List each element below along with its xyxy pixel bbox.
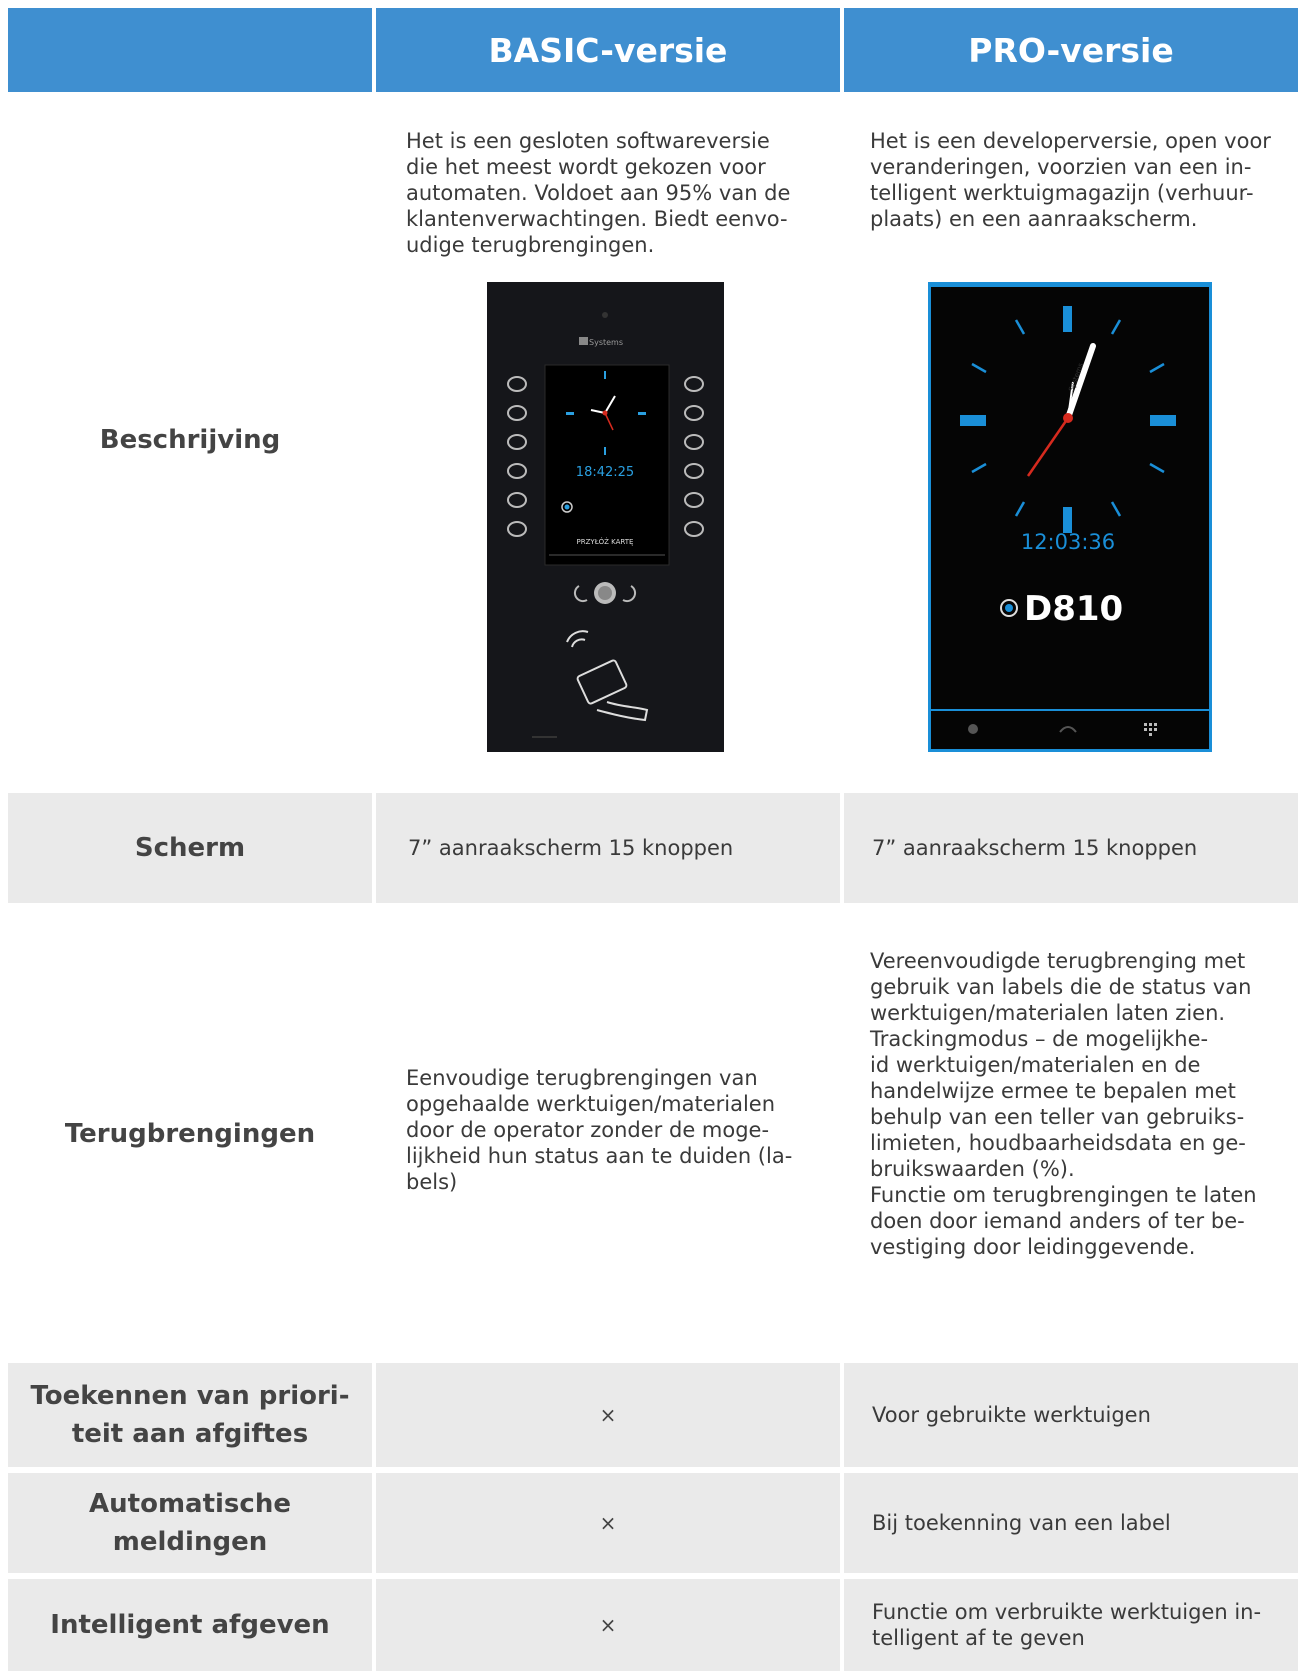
basic-terminal-image: Systems 18:42:25 PRZYŁÓŻ KARTĘ <box>487 282 724 752</box>
text-line: limieten, houdbaarheidsdata en ge- <box>870 1131 1246 1155</box>
text-line: bruikswaarden (%). <box>870 1157 1075 1181</box>
label-line: teit aan afgiftes <box>71 1419 309 1449</box>
label-line: meldingen <box>112 1527 268 1557</box>
text-line: udige terugbrengingen. <box>406 233 655 257</box>
pro-prioriteit-cell: Voor gebruikte werktuigen <box>844 1363 1298 1467</box>
help-icon <box>968 724 978 734</box>
pro-device-id: D810 <box>1024 589 1123 629</box>
text-line: veranderingen, voorzien van een in- <box>870 155 1252 179</box>
text-line: vestiging door leidinggevende. <box>870 1235 1196 1259</box>
pro-afgeven-value: Functie om verbruikte werktuigen in- tel… <box>872 1599 1272 1651</box>
row-label-afgeven: Intelligent afgeven <box>8 1579 372 1671</box>
text-line: automaten. Voldoet aan 95% van de <box>406 181 791 205</box>
basic-terugbrengingen: Eenvoudige terugbrengingen van opgehaald… <box>406 1065 804 1195</box>
pro-scherm-value: 7” aanraakscherm 15 knoppen <box>872 836 1198 860</box>
text-line: door de operator zonder de moge- <box>406 1118 770 1142</box>
label-line: Toekennen van priori- <box>30 1381 350 1411</box>
pro-meldingen-value: Bij toekenning van een label <box>872 1511 1171 1535</box>
text-line: handelwijze ermee te bepalen met <box>870 1079 1236 1103</box>
pro-prioriteit-value: Voor gebruikte werktuigen <box>872 1403 1151 1427</box>
text-line: Het is een gesloten softwareversie <box>406 129 770 153</box>
text-line: gebruik van labels die de status van <box>870 975 1252 999</box>
rfid-card-icon <box>566 630 649 722</box>
basic-description: Het is een gesloten softwareversie die h… <box>406 128 808 258</box>
not-available-icon: × <box>599 1613 617 1637</box>
text-line: Vereenvoudigde terugbrenging met <box>870 949 1246 973</box>
basic-version-header: BASIC-versie <box>376 8 840 92</box>
text-line: telligent werktuigmagazijn (verhuur- <box>870 181 1254 205</box>
text-line: behulp van een teller van gebruiks- <box>870 1105 1245 1129</box>
text-line: werktuigen/materialen laten zien. <box>870 1001 1226 1025</box>
row-label-terugbrengingen: Terugbrengingen <box>64 1119 316 1149</box>
nav-buttons <box>573 582 637 604</box>
pro-meldingen-cell: Bij toekenning van een label <box>844 1473 1298 1573</box>
text-line: Het is een developerversie, open voor <box>870 129 1271 153</box>
text-line: id werktuigen/materialen en de <box>870 1053 1201 1077</box>
text-line: Eenvoudige terugbrengingen van <box>406 1066 758 1090</box>
header-empty <box>8 8 372 92</box>
text-line: doen door iemand anders of ter be- <box>870 1209 1245 1233</box>
text-line: die het meest wordt gekozen voor <box>406 155 766 179</box>
basic-scherm-value: 7” aanraakscherm 15 knoppen <box>408 836 734 860</box>
basic-prioriteit-cell: × <box>376 1363 840 1467</box>
text-line: bels) <box>406 1170 458 1194</box>
basic-clock-time: 18:42:25 <box>576 465 634 480</box>
text-line: lijkheid hun status aan te duiden (la- <box>406 1144 793 1168</box>
basic-brand-label: Systems <box>589 338 623 347</box>
row-label-prioriteit: Toekennen van priori- teit aan afgiftes <box>8 1363 372 1467</box>
row-label-meldingen: Automatische meldingen <box>8 1473 372 1573</box>
pro-scherm-cell: 7” aanraakscherm 15 knoppen <box>844 793 1298 903</box>
pro-version-header: PRO-versie <box>844 8 1298 92</box>
text-line: plaats) en een aanraakscherm. <box>870 207 1198 231</box>
basic-afgeven-cell: × <box>376 1579 840 1671</box>
text-line: opgehaalde werktuigen/materialen <box>406 1092 776 1116</box>
row-label-beschrijving: Beschrijving <box>99 425 281 455</box>
basic-meldingen-cell: × <box>376 1473 840 1573</box>
basic-card-prompt: PRZYŁÓŻ KARTĘ <box>577 537 634 546</box>
text-line: telligent af te geven <box>872 1626 1085 1650</box>
pro-terminal-image: Systems 12:03:36 D810 <box>928 282 1212 752</box>
text-line: klantenverwachtingen. Biedt eenvo- <box>406 207 788 231</box>
basic-scherm-cell: 7” aanraakscherm 15 knoppen <box>376 793 840 903</box>
text-line: Functie om terugbrengingen te laten <box>870 1183 1257 1207</box>
pro-terugbrengingen: Vereenvoudigde terugbrenging met gebruik… <box>870 948 1272 1260</box>
pro-clock-time: 12:03:36 <box>1021 530 1115 554</box>
pro-afgeven-cell: Functie om verbruikte werktuigen in- tel… <box>844 1579 1298 1671</box>
not-available-icon: × <box>599 1511 617 1535</box>
text-line: Trackingmodus – de mogelijkhe- <box>870 1027 1209 1051</box>
text-line: Functie om verbruikte werktuigen in- <box>872 1600 1262 1624</box>
label-line: Automatische <box>89 1489 291 1519</box>
not-available-icon: × <box>599 1403 617 1427</box>
row-label-scherm: Scherm <box>8 793 372 903</box>
pro-description: Het is een developerversie, open voor ve… <box>870 128 1272 232</box>
